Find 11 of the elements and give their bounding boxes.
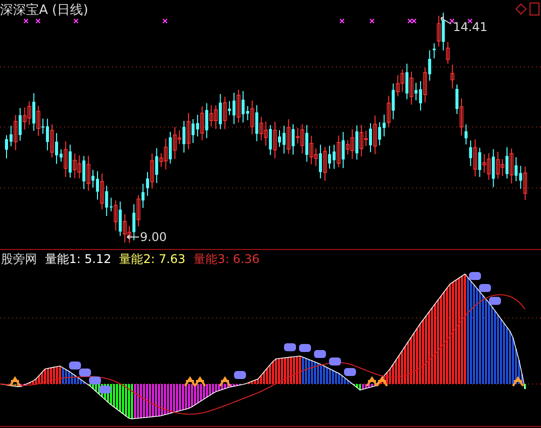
indicator-value: 量能1: 5.12 [45,250,112,268]
diamond-icon[interactable] [515,3,527,15]
low-price-label: 9.00 [140,230,167,244]
leader-line [126,234,140,240]
chart-title: 深深宝A (日线) [0,3,88,18]
panel-icon[interactable] [530,2,540,16]
indicator-value: 量能3: 6.36 [193,250,260,268]
leader-line [440,16,452,24]
high-price-label: 14.41 [453,20,488,34]
indicator-name: 股旁网 [1,250,37,268]
indicator-value: 量能2: 7.63 [119,250,186,268]
